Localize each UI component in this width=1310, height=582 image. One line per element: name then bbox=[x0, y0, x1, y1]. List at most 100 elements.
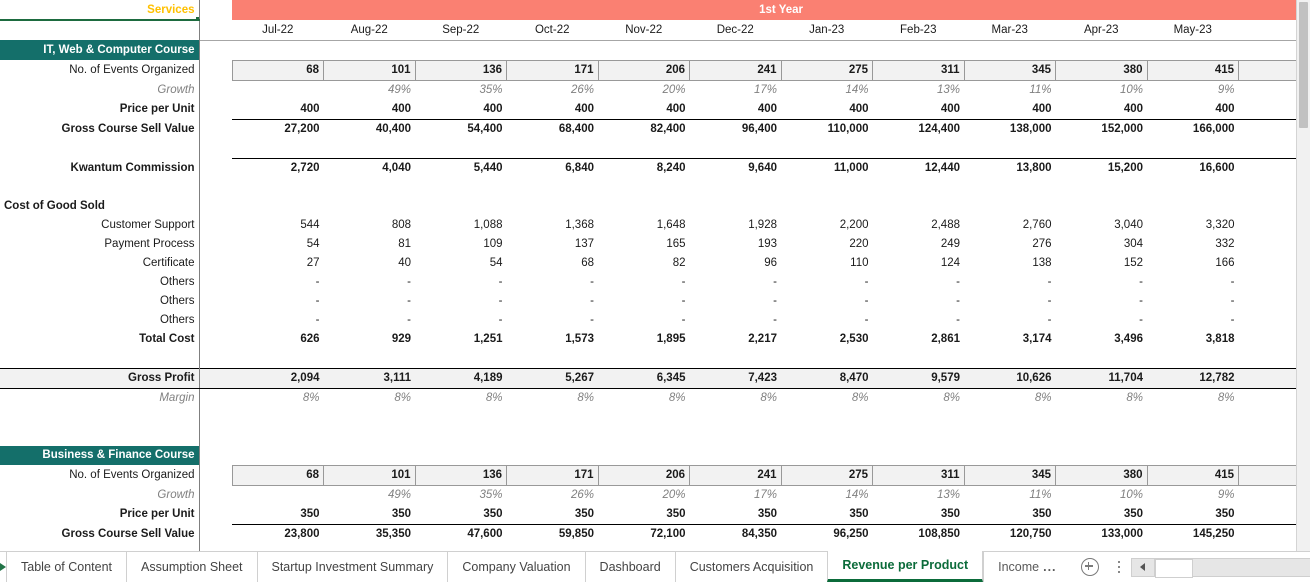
cell-value[interactable] bbox=[232, 485, 324, 505]
sheet-list-menu-button[interactable] bbox=[1109, 552, 1129, 582]
cell-value[interactable]: 68 bbox=[507, 254, 599, 273]
cell-value[interactable]: 124,400 bbox=[872, 118, 964, 139]
cell-value[interactable]: 9% bbox=[1147, 485, 1239, 505]
cell-value[interactable]: 1,251 bbox=[415, 330, 507, 349]
cell-value[interactable]: - bbox=[232, 311, 324, 330]
cell-value[interactable]: 68 bbox=[231, 59, 324, 81]
cell-value[interactable]: - bbox=[1147, 311, 1239, 330]
cell-value[interactable]: 380 bbox=[1055, 464, 1148, 486]
cell-value[interactable]: - bbox=[781, 311, 873, 330]
cell-value[interactable]: - bbox=[964, 311, 1056, 330]
cell-value[interactable]: - bbox=[507, 311, 599, 330]
cell-value[interactable]: 400 bbox=[873, 100, 965, 120]
cell-value[interactable]: 220 bbox=[781, 235, 873, 254]
cell-value[interactable]: 49% bbox=[324, 80, 416, 100]
hscroll-thumb[interactable] bbox=[1154, 558, 1193, 578]
cell-value[interactable]: 23,800 bbox=[232, 523, 324, 544]
cell-value[interactable]: - bbox=[598, 273, 690, 292]
table-row[interactable]: No. of Events Organized 68 101 136 171 206 241… bbox=[0, 464, 1310, 486]
cell-value[interactable]: 11,704 bbox=[1055, 367, 1147, 389]
cell-value[interactable] bbox=[415, 197, 507, 216]
cell-value[interactable]: 3,174 bbox=[964, 330, 1056, 349]
cell-value[interactable]: 626 bbox=[232, 330, 324, 349]
cell-value[interactable]: 350 bbox=[324, 505, 416, 525]
cell-value[interactable]: 14% bbox=[781, 485, 873, 505]
cell-value[interactable] bbox=[690, 197, 782, 216]
cell-value[interactable]: 5,267 bbox=[506, 367, 598, 389]
cell-value[interactable]: - bbox=[781, 273, 873, 292]
cell-value[interactable]: 3,496 bbox=[1056, 330, 1148, 349]
cell-value[interactable]: - bbox=[598, 311, 690, 330]
cell-value[interactable]: 8% bbox=[781, 388, 873, 408]
cell-value[interactable]: 380 bbox=[1055, 59, 1148, 81]
cell-value[interactable]: 171 bbox=[506, 464, 599, 486]
cell-value[interactable]: - bbox=[1056, 292, 1148, 311]
table-row[interactable]: Gross Profit 2,094 3,111 4,189 5,267 6,345 7,4… bbox=[0, 367, 1310, 389]
cell-value[interactable] bbox=[1056, 197, 1148, 216]
cell-value[interactable]: 101 bbox=[323, 464, 416, 486]
cell-value[interactable]: 9,579 bbox=[872, 367, 964, 389]
cell-value[interactable]: 108,850 bbox=[872, 523, 964, 544]
cell-value[interactable]: 400 bbox=[781, 100, 873, 120]
cell-value[interactable]: 400 bbox=[232, 100, 324, 120]
cell-value[interactable]: - bbox=[232, 292, 324, 311]
cell-value[interactable]: 138 bbox=[964, 254, 1056, 273]
horizontal-scrollbar[interactable] bbox=[1130, 552, 1310, 582]
cell-value[interactable]: 8% bbox=[415, 388, 507, 408]
cell-value[interactable]: 68,400 bbox=[506, 118, 598, 139]
cell-value[interactable]: 345 bbox=[963, 464, 1056, 486]
cell-value[interactable]: 81 bbox=[324, 235, 416, 254]
add-sheet-button[interactable] bbox=[1071, 552, 1109, 582]
cell-value[interactable]: 350 bbox=[964, 505, 1056, 525]
table-row[interactable]: Growth 49% 35% 26% 20% 17% 14% 13% 11% 10% 9% bbox=[0, 485, 1310, 505]
cell-value[interactable]: 350 bbox=[781, 505, 873, 525]
table-row[interactable]: Others - - - - - - - - - - - bbox=[0, 291, 1310, 311]
cell-value[interactable]: 6,345 bbox=[598, 367, 690, 389]
cell-value[interactable]: 350 bbox=[873, 505, 965, 525]
cell-value[interactable] bbox=[1147, 197, 1239, 216]
cell-value[interactable]: 47,600 bbox=[415, 523, 507, 544]
cell-value[interactable]: 82 bbox=[598, 254, 690, 273]
cell-value[interactable]: 400 bbox=[964, 100, 1056, 120]
cell-value[interactable] bbox=[964, 197, 1056, 216]
cell-value[interactable]: - bbox=[324, 273, 416, 292]
cell-value[interactable]: 40,400 bbox=[323, 118, 415, 139]
cell-value[interactable]: 415 bbox=[1146, 464, 1239, 486]
cell-value[interactable]: - bbox=[598, 292, 690, 311]
cell-value[interactable]: 3,111 bbox=[323, 367, 415, 389]
cell-value[interactable]: 12,440 bbox=[872, 157, 964, 178]
cell-value[interactable] bbox=[324, 197, 416, 216]
cell-value[interactable]: 26% bbox=[507, 80, 599, 100]
cell-value[interactable]: 400 bbox=[507, 100, 599, 120]
cell-value[interactable]: 2,488 bbox=[873, 216, 965, 235]
cell-value[interactable]: 15,200 bbox=[1055, 157, 1147, 178]
cell-value[interactable]: 124 bbox=[873, 254, 965, 273]
cell-value[interactable]: 96,250 bbox=[781, 523, 873, 544]
sheet-tab-bar[interactable]: Table of Content Assumption Sheet Startup … bbox=[0, 551, 1310, 582]
cell-value[interactable]: - bbox=[1147, 273, 1239, 292]
cell-value[interactable]: 311 bbox=[872, 464, 965, 486]
cell-value[interactable]: 249 bbox=[873, 235, 965, 254]
cell-value[interactable]: 2,094 bbox=[232, 367, 324, 389]
cell-value[interactable]: - bbox=[690, 292, 782, 311]
table-row[interactable]: Customer Support 544 808 1,088 1,368 1,648 1,9… bbox=[0, 215, 1310, 235]
cell-value[interactable]: 8% bbox=[324, 388, 416, 408]
cell-value[interactable]: 35% bbox=[415, 80, 507, 100]
cell-value[interactable]: 350 bbox=[598, 505, 690, 525]
cell-value[interactable]: 145,250 bbox=[1147, 523, 1239, 544]
cell-value[interactable]: 7,423 bbox=[689, 367, 781, 389]
cell-value[interactable]: 59,850 bbox=[506, 523, 598, 544]
cell-value[interactable]: 2,530 bbox=[781, 330, 873, 349]
cell-value[interactable]: 8% bbox=[598, 388, 690, 408]
cell-value[interactable]: - bbox=[964, 292, 1056, 311]
cell-value[interactable]: 110 bbox=[781, 254, 873, 273]
cell-value[interactable]: 808 bbox=[324, 216, 416, 235]
cell-value[interactable]: 350 bbox=[507, 505, 599, 525]
cell-value[interactable]: 350 bbox=[415, 505, 507, 525]
cell-value[interactable]: - bbox=[964, 273, 1056, 292]
cell-value[interactable]: 3,040 bbox=[1056, 216, 1148, 235]
cell-value[interactable]: 415 bbox=[1146, 59, 1239, 81]
cell-value[interactable]: 136 bbox=[414, 59, 507, 81]
cell-value[interactable]: 929 bbox=[324, 330, 416, 349]
table-row[interactable]: Others - - - - - - - - - - - bbox=[0, 272, 1310, 292]
